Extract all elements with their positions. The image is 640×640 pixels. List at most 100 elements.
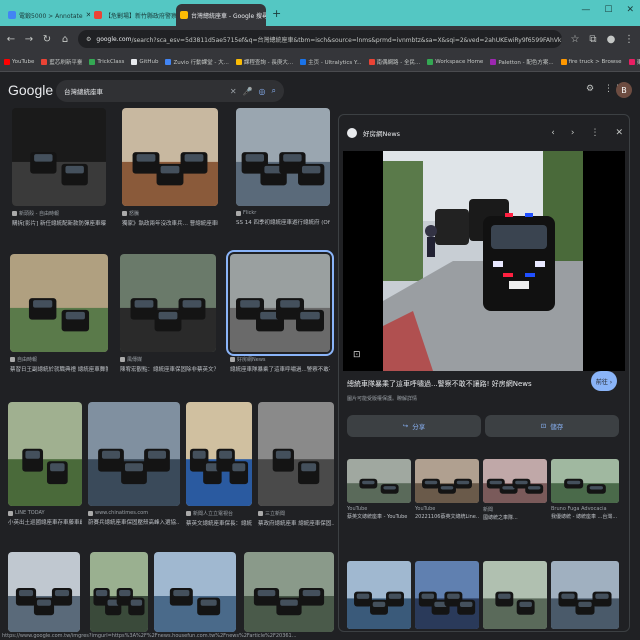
result-title: SS 14 四季初總統座車遊行總統府 (Official Pho... [236, 220, 330, 226]
image-result-thumbnail[interactable] [226, 250, 334, 356]
related-image-thumbnail[interactable] [347, 459, 411, 503]
toolbar: ← → ↻ ⌂ ⚙ google.com/search?sca_esv=5d38… [0, 26, 640, 52]
close-icon[interactable]: ✕ [615, 128, 623, 138]
bookmark-item[interactable]: Workspace Home [427, 58, 484, 65]
share-button[interactable]: ↪ 分享 [347, 415, 481, 437]
bookmark-favicon-icon [300, 58, 307, 65]
bookmark-favicon-icon [41, 58, 48, 65]
search-input[interactable]: 台灣總統座車 [64, 86, 224, 96]
google-logo[interactable]: Google [8, 82, 53, 98]
image-result-caption[interactable]: 怒騰獨家》執政兩年沒改車兵… 曹總統座車曝光... [122, 210, 218, 227]
bookmark-item[interactable]: 藍芯刷新平臺 [41, 58, 82, 66]
related-image-thumbnail[interactable] [551, 459, 619, 503]
bookmark-item[interactable]: 課程查詢 - 長庚大... [235, 58, 293, 66]
image-result-thumbnail[interactable] [244, 552, 334, 632]
close-window-icon[interactable]: ✕ [626, 5, 634, 15]
image-result-thumbnail[interactable] [10, 254, 108, 352]
search-icon[interactable]: ⌕ [272, 86, 276, 96]
bookmark-label: Workspace Home [435, 58, 484, 65]
source-favicon-icon [347, 128, 357, 138]
related-image-thumbnail[interactable] [483, 561, 547, 629]
browser-tab[interactable]: 【危剿場】新竹縣政府警察局... ✕ [90, 4, 176, 26]
related-image-thumbnail[interactable] [483, 459, 547, 503]
address-bar[interactable]: ⚙ google.com/search?sca_esv=5d3811d5ae57… [78, 30, 562, 48]
image-result-thumbnail[interactable] [122, 108, 218, 206]
more-icon[interactable]: ⋮ [590, 128, 599, 138]
search-box[interactable]: 台灣總統座車 ✕ 🎤 ◎ ⌕ [56, 80, 284, 102]
menu-icon[interactable]: ⋮ [624, 34, 634, 45]
bookmark-star-icon[interactable]: ☆ [570, 34, 580, 45]
bookmark-item[interactable]: 東森大圖... [628, 58, 640, 66]
home-icon[interactable]: ⌂ [60, 34, 70, 45]
image-result-thumbnail[interactable] [90, 552, 148, 632]
related-image-caption[interactable]: 新聞 國總統之車隊... [483, 506, 547, 521]
copyright-note[interactable]: 圖片可能受版權保護。瞭解詳情 [347, 395, 417, 402]
image-result-thumbnail[interactable] [88, 402, 180, 506]
related-image-thumbnail[interactable] [415, 561, 479, 629]
image-result-thumbnail[interactable] [236, 108, 330, 206]
preview-image[interactable]: ⊡ [343, 151, 625, 371]
save-button[interactable]: ⊡ 儲存 [485, 415, 619, 437]
image-result-caption[interactable]: 新頭殼 - 自由時報購拆[影片] 新任總統配新款防彈座車曝光報導... [12, 210, 106, 227]
image-result-caption[interactable]: 自由時報 蔡習日王副總統於就職典禮 總統座車舞籌... [10, 356, 108, 373]
lens-search-icon[interactable]: ⊡ [353, 350, 361, 360]
forward-icon[interactable]: → [24, 34, 34, 45]
image-result-thumbnail[interactable] [8, 552, 80, 632]
result-source-name: 自由時報 [17, 357, 38, 363]
browser-tab[interactable]: 電鍛5000 > Annotate ✕ [4, 4, 90, 26]
image-result-thumbnail[interactable] [258, 402, 334, 506]
image-result-caption[interactable]: LINE TODAY 小英出土巡國總座車存車藤車雌竄... [8, 510, 82, 526]
bookmark-item[interactable]: 主页 - Ultralytics Y... [300, 58, 362, 66]
back-icon[interactable]: ← [6, 34, 16, 45]
status-bar-url: https://www.google.com.tw/imgres?imgurl=… [0, 632, 640, 640]
related-image-caption[interactable]: YouTube 蔡英文總統座車 - YouTube [347, 506, 411, 520]
image-result-caption[interactable]: 三立新聞 蔡政府總統座車 總統座車保固... [258, 510, 334, 527]
bookmark-item[interactable]: TrickClass [89, 58, 124, 65]
source-favicon-icon [230, 357, 235, 362]
clear-icon[interactable]: ✕ [230, 87, 237, 96]
browser-tab-active[interactable]: 台灣總統座車 - Google 搜尋 ✕ [176, 4, 266, 26]
visit-button[interactable]: 前往 › [591, 371, 617, 391]
reload-icon[interactable]: ↻ [42, 34, 52, 45]
related-image-thumbnail[interactable] [551, 561, 619, 629]
bookmark-item[interactable]: fire truck > Browse [560, 58, 622, 65]
image-result-thumbnail[interactable] [120, 254, 216, 352]
mic-icon[interactable]: 🎤 [243, 87, 253, 96]
panel-source[interactable]: 好房網News [363, 128, 400, 138]
related-image-thumbnail[interactable] [415, 459, 479, 503]
extensions-icon[interactable]: ⧉ [588, 34, 598, 45]
settings-icon[interactable]: ⚙ [586, 84, 594, 94]
profile-icon[interactable]: ● [606, 34, 616, 45]
previous-icon[interactable]: ‹ [551, 128, 555, 138]
related-image-caption[interactable]: YouTube 20221106蔡英文總統Line... [415, 506, 479, 520]
bookmark-favicon-icon [368, 58, 375, 65]
image-result-thumbnail[interactable] [12, 108, 106, 206]
related-title: 國總統之車隊... [483, 515, 518, 521]
image-result-caption[interactable]: 新聞人立立電視台蔡英文總統座車保長：總統座車... [186, 510, 252, 527]
lens-icon[interactable]: ◎ [259, 87, 266, 96]
avatar[interactable]: B [616, 82, 632, 98]
minimize-icon[interactable]: — [581, 5, 590, 15]
image-result-thumbnail[interactable] [8, 402, 82, 506]
result-title: 獨家》執政兩年沒改車兵… 曹總統座車曝光... [122, 221, 218, 227]
image-result-caption[interactable]: 風傳媒陳宥宏觀點：總統座車保固除非蔡英文？ - 風傳媒 [120, 356, 216, 373]
related-image-caption[interactable]: Bruno Fuga Advocacia 我優總統 - 總統座車 ...台灣... [551, 506, 619, 520]
bookmark-label: Paletton - 配色方案... [498, 59, 554, 66]
image-result-thumbnail[interactable] [186, 402, 252, 506]
next-icon[interactable]: › [571, 128, 575, 138]
new-tab-button[interactable]: + [266, 7, 287, 20]
image-result-thumbnail[interactable] [154, 552, 236, 632]
bookmark-item[interactable]: YouTube [4, 58, 34, 65]
preview-title[interactable]: 總統車隊暴乘了這車呼嘯過...警察不敢不讓路! 好房網News [347, 379, 587, 389]
image-result-caption[interactable]: Flickr SS 14 四季初總統座車遊行總統府 (Official Pho..… [236, 210, 330, 226]
bookmark-label: 南偶網路 - 全民... [376, 59, 421, 66]
bookmark-item[interactable]: Paletton - 配色方案... [490, 58, 554, 66]
image-result-caption[interactable]: 好房網News 總統座車隊暴乘了這車呼嘯過...警察不敢不讓... [230, 356, 330, 373]
maximize-icon[interactable]: ☐ [604, 5, 612, 15]
site-info-icon[interactable]: ⚙ [86, 36, 91, 43]
related-image-thumbnail[interactable] [347, 561, 411, 629]
bookmark-item[interactable]: GitHub [131, 58, 158, 65]
bookmark-item[interactable]: 南偶網路 - 全民... [368, 58, 421, 66]
bookmark-item[interactable]: Zuvio 行動課堂 - 大... [165, 58, 229, 66]
image-result-caption[interactable]: www.chinatimes.com 蔚賽兵總統座車保固壓殼高峰入選協... [88, 510, 180, 526]
